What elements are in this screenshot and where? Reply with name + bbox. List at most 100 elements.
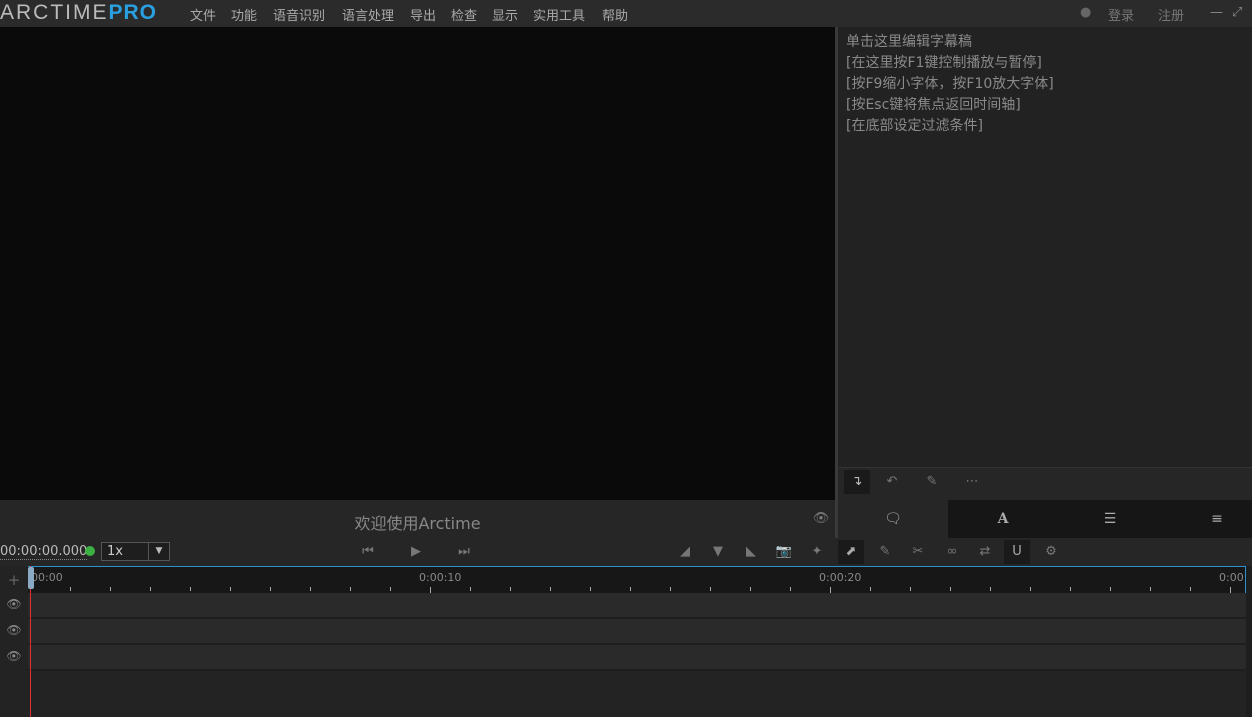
ruler-tick [630, 587, 631, 591]
playback-controls [0, 538, 1252, 566]
tab-list[interactable]: ☰ [1055, 500, 1165, 538]
time-label: 00:00 [31, 571, 63, 584]
insert-icon[interactable]: ↴ [844, 470, 870, 494]
ruler-tick [950, 587, 951, 591]
editor-hint: [按Esc键将焦点返回时间轴] [846, 97, 1021, 113]
tab-settings[interactable]: ≡ [1162, 500, 1252, 538]
undo-icon[interactable]: ↶ [879, 470, 905, 494]
ruler-tick [550, 587, 551, 591]
chat-bubble-icon: 🗨 [884, 511, 902, 527]
menu-speech[interactable]: 语音识别 [273, 5, 325, 24]
ruler-tick [470, 587, 471, 591]
mark-icon[interactable]: ▼ [705, 540, 731, 564]
skip-back-icon[interactable]: ⏮ [355, 540, 381, 564]
pointer-icon[interactable]: ⬈ [838, 540, 864, 564]
ruler-tick [1110, 587, 1111, 591]
ruler-tick [150, 587, 151, 591]
speed-value: 1x [107, 544, 123, 559]
menu-help[interactable]: 帮助 [602, 5, 628, 24]
time-label: 0:00:30 [1219, 571, 1245, 584]
editor-hint: [在底部设定过滤条件] [846, 118, 983, 134]
ruler-tick [1190, 587, 1191, 591]
ruler-tick [990, 587, 991, 591]
playhead-handle[interactable] [28, 567, 34, 589]
menu-function[interactable]: 功能 [231, 5, 257, 24]
ruler-tick [190, 587, 191, 591]
add-track-icon[interactable]: + [4, 571, 24, 589]
ruler-tick [910, 587, 911, 591]
timeline-track[interactable] [28, 593, 1246, 618]
ruler-tick [670, 587, 671, 591]
eye-icon[interactable]: 👁 [808, 507, 834, 531]
ruler-tick [110, 587, 111, 591]
swap-icon[interactable]: ⇄ [972, 540, 998, 564]
user-icon: ● [1080, 5, 1092, 20]
ruler-tick [270, 587, 271, 591]
video-preview[interactable] [0, 27, 835, 500]
menu-language[interactable]: 语言处理 [342, 5, 394, 24]
mark-start-icon[interactable]: ◢ [672, 540, 698, 564]
timeline-empty-area[interactable] [28, 671, 1246, 717]
ruler-tick [710, 587, 711, 591]
font-icon: A [997, 511, 1009, 527]
skip-forward-icon[interactable]: ⏭ [451, 540, 477, 564]
scissors-icon[interactable]: ✂ [905, 540, 931, 564]
timeline-ruler[interactable] [28, 566, 1246, 593]
register-link[interactable]: 注册 [1158, 5, 1184, 24]
ruler-tick [1030, 587, 1031, 591]
sliders-icon: ≡ [1211, 511, 1223, 527]
chevron-down-icon[interactable]: ▼ [148, 543, 169, 560]
magic-wand-icon[interactable]: ✦ [804, 540, 830, 564]
ruler-tick [1070, 587, 1071, 591]
menu-file[interactable]: 文件 [190, 5, 216, 24]
status-indicator [85, 546, 95, 556]
timeline-track[interactable] [28, 645, 1246, 670]
logo-pro: PRO [108, 1, 158, 24]
ruler-tick [70, 587, 71, 591]
tab-subtitles[interactable]: 🗨 [838, 500, 948, 538]
time-label: 0:00:20 [819, 571, 862, 584]
tab-style[interactable]: A [948, 500, 1058, 538]
camera-icon[interactable]: 📷 [771, 540, 797, 564]
ruler-tick [1150, 587, 1151, 591]
eye-icon[interactable]: 👁 [4, 597, 24, 611]
edit-icon[interactable]: ✎ [872, 540, 898, 564]
play-icon[interactable]: ▶ [403, 540, 429, 564]
time-label: 0:00:10 [419, 571, 462, 584]
menu-check[interactable]: 检查 [451, 5, 477, 24]
list-icon: ☰ [1103, 511, 1117, 527]
editor-hint: 单击这里编辑字幕稿 [846, 34, 972, 50]
menu-tools[interactable]: 实用工具 [533, 5, 585, 24]
welcome-text: 欢迎使用Arctime [354, 514, 481, 533]
menu-view[interactable]: 显示 [492, 5, 518, 24]
timeline-track[interactable] [28, 619, 1246, 644]
mark-end-icon[interactable]: ◣ [738, 540, 764, 564]
minimize-icon[interactable]: — [1210, 5, 1223, 20]
ruler-tick [590, 587, 591, 591]
magnet-icon[interactable]: U [1004, 540, 1030, 564]
gear-icon[interactable]: ⚙ [1038, 540, 1064, 564]
maximize-icon[interactable]: ⤢ [1232, 5, 1242, 20]
ruler-tick [310, 587, 311, 591]
ruler-tick [230, 587, 231, 591]
app-logo: ARCTIMEPRO [0, 1, 157, 25]
more-icon[interactable]: ⋯ [959, 470, 985, 494]
menu-export[interactable]: 导出 [410, 5, 436, 24]
login-link[interactable]: 登录 [1108, 5, 1134, 24]
eye-icon[interactable]: 👁 [4, 623, 24, 637]
ruler-tick [790, 587, 791, 591]
ruler-tick [510, 587, 511, 591]
eye-icon[interactable]: 👁 [4, 649, 24, 663]
ruler-tick [750, 587, 751, 591]
editor-hint: [按F9缩小字体，按F10放大字体] [846, 76, 1054, 92]
ruler-tick [870, 587, 871, 591]
ruler-tick [350, 587, 351, 591]
editor-hint: [在这里按F1键控制播放与暂停] [846, 55, 1042, 71]
ruler-tick [390, 587, 391, 591]
subtitle-editor[interactable] [838, 27, 1252, 467]
pencil-icon[interactable]: ✎ [919, 470, 945, 494]
speed-select[interactable]: 1x ▼ [101, 542, 170, 561]
timecode[interactable]: 00:00:00.000 [0, 544, 88, 560]
logo-text: ARCTIME [0, 1, 109, 24]
link-icon[interactable]: ∞ [939, 540, 965, 564]
